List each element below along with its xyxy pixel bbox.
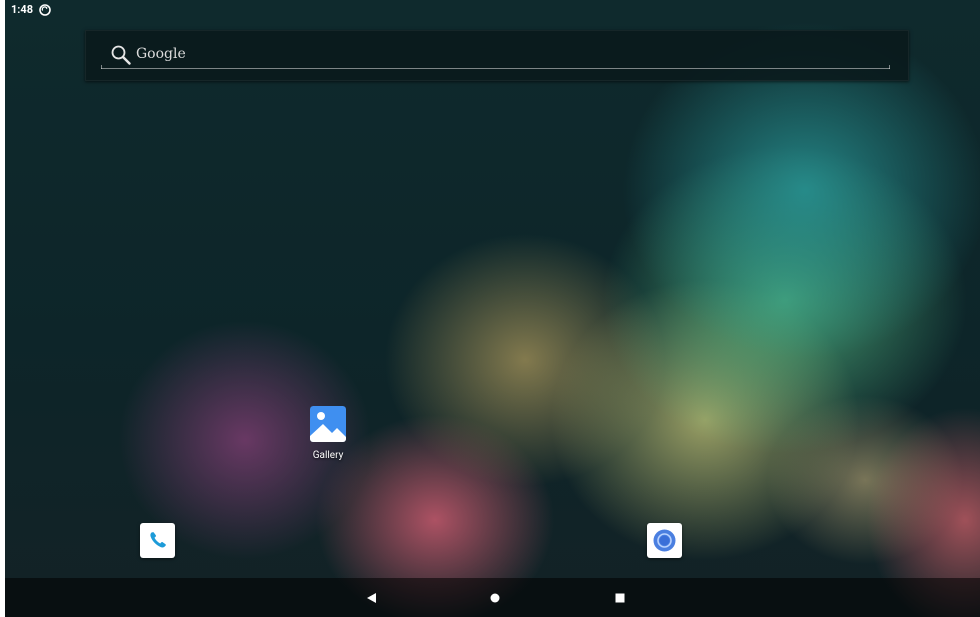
status-bar: 1:48 [5, 0, 980, 20]
phone-app[interactable] [140, 523, 175, 558]
browser-icon [653, 529, 676, 552]
google-search-bar[interactable]: Google [85, 30, 909, 81]
gallery-label: Gallery [312, 450, 344, 461]
back-icon[interactable] [361, 587, 383, 609]
gallery-app[interactable]: Gallery [301, 406, 355, 461]
home-screen: 1:48 Google Gallery [5, 0, 980, 617]
search-icon [111, 45, 131, 65]
phone-icon [150, 532, 166, 548]
search-label: Google [136, 46, 186, 62]
recents-icon[interactable] [609, 587, 631, 609]
status-time: 1:48 [11, 3, 34, 16]
navigation-bar [5, 578, 980, 617]
search-underline [101, 65, 890, 69]
browser-app[interactable] [647, 523, 682, 558]
home-icon[interactable] [484, 587, 506, 609]
gallery-icon [310, 406, 346, 442]
sync-icon [39, 4, 51, 16]
